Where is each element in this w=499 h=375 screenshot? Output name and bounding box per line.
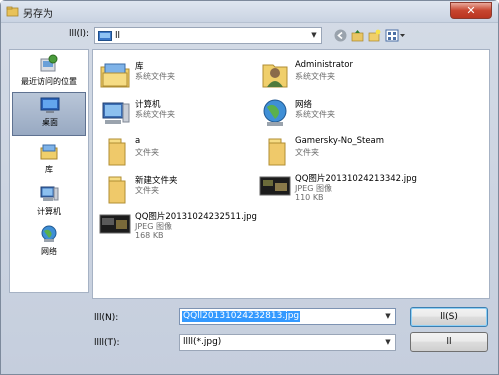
file-size: 168 KB — [135, 231, 164, 240]
file-name: Gamersky-No_Steam — [295, 136, 385, 146]
new-folder-icon[interactable] — [368, 29, 381, 42]
place-label: 计算机 — [37, 207, 61, 216]
close-button[interactable]: ✕ — [450, 2, 492, 19]
place-computer[interactable]: 计算机 — [12, 182, 86, 226]
file-type-select[interactable]: llll(*.jpg) ▼ — [179, 334, 396, 351]
back-icon[interactable] — [334, 29, 347, 42]
look-in-value: ll — [115, 31, 121, 41]
app-icon — [6, 6, 19, 17]
file-type: 系统文件夹 — [295, 110, 335, 119]
folder-icon — [268, 138, 286, 166]
file-item[interactable]: Administrator 系统文件夹 — [257, 58, 447, 92]
library-icon — [40, 144, 58, 160]
file-type-value: llll(*.jpg) — [183, 337, 222, 347]
library-folder-icon — [100, 63, 130, 88]
file-name: a — [135, 136, 141, 146]
filename-input[interactable]: QQll20131024232813.jpg ▼ — [179, 308, 396, 325]
file-list: 库 系统文件夹 Administrator 系统文件夹 计算机 系统文件夹 网络… — [92, 49, 490, 299]
image-thumbnail-icon — [259, 176, 291, 196]
window-title: 另存为 — [23, 9, 53, 20]
file-type: 文件夹 — [135, 148, 159, 157]
file-type: 系统文件夹 — [135, 72, 175, 81]
save-as-dialog: 另存为 ✕ lll(l): ll ▼ 最近访问的位置 桌面 库 计算机 网络 库… — [0, 0, 499, 375]
title-bar[interactable]: 另存为 ✕ — [1, 1, 498, 23]
network-icon — [41, 225, 57, 242]
chevron-down-icon[interactable]: ▼ — [383, 309, 393, 324]
file-name: Administrator — [295, 60, 353, 70]
place-desktop[interactable]: 桌面 — [12, 92, 86, 136]
filename-value: QQll20131024232813.jpg — [182, 311, 301, 322]
file-item[interactable]: 网络 系统文件夹 — [257, 96, 447, 130]
file-size: 110 KB — [295, 193, 324, 202]
filename-label: lll(N): — [94, 313, 119, 323]
place-label: 最近访问的位置 — [21, 77, 77, 86]
file-type: 文件夹 — [295, 148, 319, 157]
folder-icon — [108, 138, 126, 166]
cancel-button[interactable]: ll — [410, 332, 488, 352]
file-type: 系统文件夹 — [295, 72, 335, 81]
desktop-small-icon — [98, 31, 112, 41]
view-menu-icon[interactable] — [385, 29, 407, 42]
file-type-label: llll(T): — [94, 338, 120, 348]
computer-icon — [102, 102, 130, 124]
desktop-icon — [40, 97, 60, 113]
file-item[interactable]: QQ图片20131024232511.jpg JPEG 图像 168 KB — [97, 208, 287, 244]
chevron-down-icon[interactable]: ▼ — [383, 335, 393, 350]
place-network[interactable]: 网络 — [12, 222, 86, 266]
place-recent[interactable]: 最近访问的位置 — [12, 52, 86, 96]
look-in-label: lll(l): — [69, 29, 90, 39]
network-globe-icon — [263, 99, 287, 126]
user-folder-icon — [262, 64, 288, 88]
place-label: 网络 — [41, 247, 57, 256]
place-label: 桌面 — [42, 118, 58, 127]
file-item[interactable]: QQ图片20131024213342.jpg JPEG 图像 110 KB — [257, 170, 447, 206]
navigation-toolbar — [334, 27, 407, 44]
look-in-combo[interactable]: ll ▼ — [94, 27, 322, 44]
image-thumbnail-icon — [99, 214, 131, 234]
file-item[interactable]: Gamersky-No_Steam 文件夹 — [257, 134, 447, 168]
places-bar: 最近访问的位置 桌面 库 计算机 网络 — [9, 49, 89, 293]
up-folder-icon[interactable] — [351, 29, 364, 42]
file-type: 文件夹 — [135, 186, 159, 195]
place-library[interactable]: 库 — [12, 140, 86, 184]
save-button[interactable]: ll(S) — [410, 307, 488, 327]
computer-icon — [40, 186, 59, 201]
place-label: 库 — [45, 165, 53, 174]
file-type: 系统文件夹 — [135, 110, 175, 119]
folder-icon — [108, 176, 126, 204]
chevron-down-icon[interactable]: ▼ — [307, 28, 321, 43]
recent-places-icon — [40, 54, 58, 72]
